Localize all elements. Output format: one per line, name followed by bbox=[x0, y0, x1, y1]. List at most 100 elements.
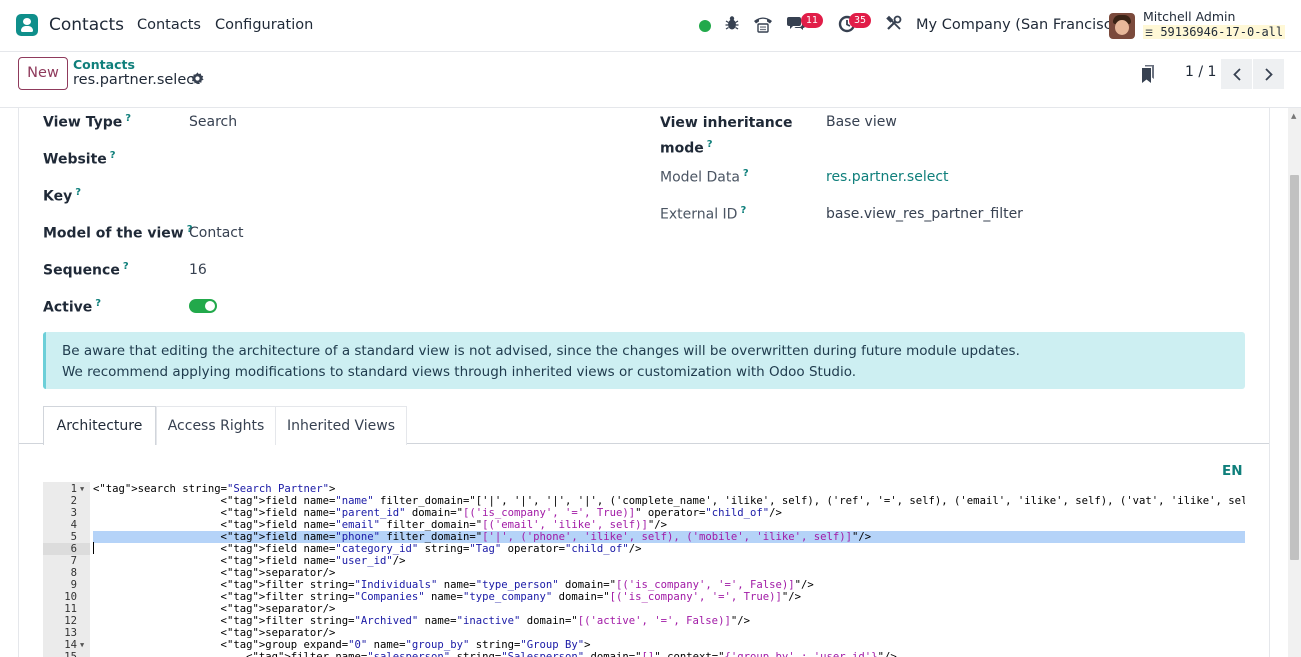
code-text: <"tag">filter string="Archived" name="in… bbox=[93, 615, 750, 627]
field-key[interactable] bbox=[189, 188, 609, 206]
tools-icon[interactable] bbox=[886, 15, 902, 36]
code-line[interactable]: 10 <"tag">filter string="Companies" name… bbox=[43, 591, 1245, 603]
field-model-of-view[interactable]: Contact bbox=[189, 225, 243, 241]
code-text: <"tag">field name="parent_id" domain="[(… bbox=[93, 507, 782, 519]
label-model-of-view: Model of the view? bbox=[43, 224, 193, 242]
code-line[interactable]: 9 <"tag">filter string="Individuals" nam… bbox=[43, 579, 1245, 591]
field-view-type[interactable]: Search bbox=[189, 114, 237, 130]
menu-configuration[interactable]: Configuration bbox=[215, 17, 313, 33]
warning-alert: Be aware that editing the architecture o… bbox=[43, 332, 1245, 389]
gear-icon[interactable] bbox=[191, 72, 204, 89]
label-website: Website? bbox=[43, 150, 116, 168]
pager-value[interactable]: 1 / 1 bbox=[1185, 64, 1216, 80]
code-text: <"tag">field name="phone" filter_domain=… bbox=[93, 531, 1245, 543]
code-line[interactable]: 6 <"tag">field name="category_id" string… bbox=[43, 543, 1245, 555]
label-key: Key? bbox=[43, 187, 82, 205]
chevron-left-icon bbox=[1232, 67, 1241, 81]
line-number: 8 bbox=[70, 567, 77, 579]
debug-bug-icon[interactable] bbox=[725, 15, 739, 36]
code-text: <"tag">filter name="salesperson" string=… bbox=[93, 651, 897, 657]
line-number: 11 bbox=[64, 603, 77, 615]
help-tooltip-icon[interactable]: ? bbox=[707, 139, 713, 150]
alert-line-2: We recommend applying modifications to s… bbox=[62, 364, 857, 380]
user-name[interactable]: Mitchell Admin bbox=[1143, 9, 1235, 24]
app-name[interactable]: Contacts bbox=[49, 15, 124, 35]
text-cursor bbox=[93, 542, 94, 554]
language-button[interactable]: EN bbox=[1222, 463, 1243, 479]
alert-line-1: Be aware that editing the architecture o… bbox=[62, 343, 1020, 359]
active-toggle[interactable] bbox=[189, 299, 217, 313]
activities-count-badge: 35 bbox=[849, 13, 872, 28]
label-view-type: View Type? bbox=[43, 113, 132, 131]
pager-previous-button[interactable] bbox=[1221, 59, 1252, 89]
field-view-inheritance-mode[interactable]: Base view bbox=[826, 114, 897, 130]
messages-count-badge: 11 bbox=[801, 13, 824, 28]
label-active: Active? bbox=[43, 298, 102, 316]
code-line[interactable]: 11 <"tag">separator/> bbox=[43, 603, 1245, 615]
code-text: <"tag">field name="email" filter_domain=… bbox=[93, 519, 668, 531]
help-tooltip-icon[interactable]: ? bbox=[740, 205, 746, 216]
chevron-right-icon bbox=[1264, 67, 1273, 81]
pager-next-button[interactable] bbox=[1253, 59, 1284, 89]
fold-arrow-icon[interactable]: ▼ bbox=[80, 639, 84, 651]
code-text: <"tag">separator/> bbox=[93, 567, 336, 579]
breadcrumb-current: res.partner.select bbox=[73, 72, 200, 88]
contacts-app-icon[interactable] bbox=[16, 14, 38, 36]
line-number: 7 bbox=[70, 555, 77, 567]
code-text: <"tag">field name="user_id"/> bbox=[93, 555, 406, 567]
new-button[interactable]: New bbox=[18, 57, 68, 90]
line-number: 2 bbox=[70, 495, 77, 507]
line-number: 1 bbox=[70, 483, 77, 495]
code-text: <"tag">group expand="0" name="group_by" … bbox=[93, 639, 591, 651]
field-website[interactable] bbox=[189, 151, 609, 169]
line-number: 13 bbox=[64, 627, 77, 639]
code-text: <"tag">field name="category_id" string="… bbox=[93, 543, 642, 555]
code-line[interactable]: 12 <"tag">filter string="Archived" name=… bbox=[43, 615, 1245, 627]
page-scrollbar-thumb[interactable] bbox=[1290, 175, 1299, 560]
top-navbar: Contacts Contacts Configuration 11 35 My… bbox=[0, 0, 1301, 52]
line-number: 10 bbox=[64, 591, 77, 603]
breadcrumb-parent-link[interactable]: Contacts bbox=[73, 57, 135, 72]
code-editor[interactable]: 1 ▼ <"tag">search string="Search Partner">… bbox=[43, 482, 1245, 657]
help-tooltip-icon[interactable]: ? bbox=[123, 261, 129, 272]
phone-icon[interactable] bbox=[753, 15, 773, 38]
user-avatar[interactable] bbox=[1109, 13, 1135, 39]
control-panel: New Contacts res.partner.select 1 / 1 bbox=[0, 52, 1301, 108]
label-model-data: Model Data? bbox=[660, 168, 749, 186]
help-tooltip-icon[interactable]: ? bbox=[95, 298, 101, 309]
database-icon: ☰ bbox=[1145, 29, 1154, 39]
code-line[interactable]: 4 <"tag">field name="email" filter_domai… bbox=[43, 519, 1245, 531]
company-switcher[interactable]: My Company (San Francisco) bbox=[916, 17, 1126, 33]
line-number: 15 bbox=[64, 651, 77, 657]
code-line[interactable]: 8 <"tag">separator/> bbox=[43, 567, 1245, 579]
code-line[interactable]: 3 <"tag">field name="parent_id" domain="… bbox=[43, 507, 1245, 519]
tab-inherited-views[interactable]: Inherited Views bbox=[275, 406, 407, 445]
code-line[interactable]: 14 ▼ <"tag">group expand="0" name="group_… bbox=[43, 639, 1245, 651]
line-number: 4 bbox=[70, 519, 77, 531]
code-line[interactable]: 7 <"tag">field name="user_id"/> bbox=[43, 555, 1245, 567]
field-sequence[interactable]: 16 bbox=[189, 262, 207, 278]
field-model-data-link[interactable]: res.partner.select bbox=[826, 169, 949, 185]
status-indicator bbox=[699, 20, 711, 32]
code-line[interactable]: 13 <"tag">separator/> bbox=[43, 627, 1245, 639]
code-text: <"tag">search string="Search Partner"> bbox=[93, 483, 336, 495]
scroll-up-icon[interactable]: ▲ bbox=[1291, 112, 1296, 120]
code-text: <"tag">separator/> bbox=[93, 627, 336, 639]
menu-contacts[interactable]: Contacts bbox=[137, 17, 201, 33]
help-tooltip-icon[interactable]: ? bbox=[75, 187, 81, 198]
code-line[interactable]: 1 ▼ <"tag">search string="Search Partner"> bbox=[43, 483, 1245, 495]
bookmark-icon[interactable] bbox=[1141, 65, 1155, 83]
code-line[interactable]: 15 <"tag">filter name="salesperson" stri… bbox=[43, 651, 1245, 657]
help-tooltip-icon[interactable]: ? bbox=[125, 113, 131, 124]
tab-access-rights[interactable]: Access Rights bbox=[156, 406, 276, 445]
tab-architecture[interactable]: Architecture bbox=[43, 406, 156, 445]
code-line[interactable]: 2 <"tag">field name="name" filter_domain… bbox=[43, 495, 1245, 507]
help-tooltip-icon[interactable]: ? bbox=[110, 150, 116, 161]
code-text: <"tag">separator/> bbox=[93, 603, 336, 615]
fold-arrow-icon[interactable]: ▼ bbox=[80, 483, 84, 495]
help-tooltip-icon[interactable]: ? bbox=[743, 168, 749, 179]
code-line[interactable]: 5 <"tag">field name="phone" filter_domai… bbox=[43, 531, 1245, 543]
database-name: ☰ 59136946-17-0-all bbox=[1143, 25, 1286, 39]
field-external-id: base.view_res_partner_filter bbox=[826, 206, 1023, 222]
line-number: 12 bbox=[64, 615, 77, 627]
